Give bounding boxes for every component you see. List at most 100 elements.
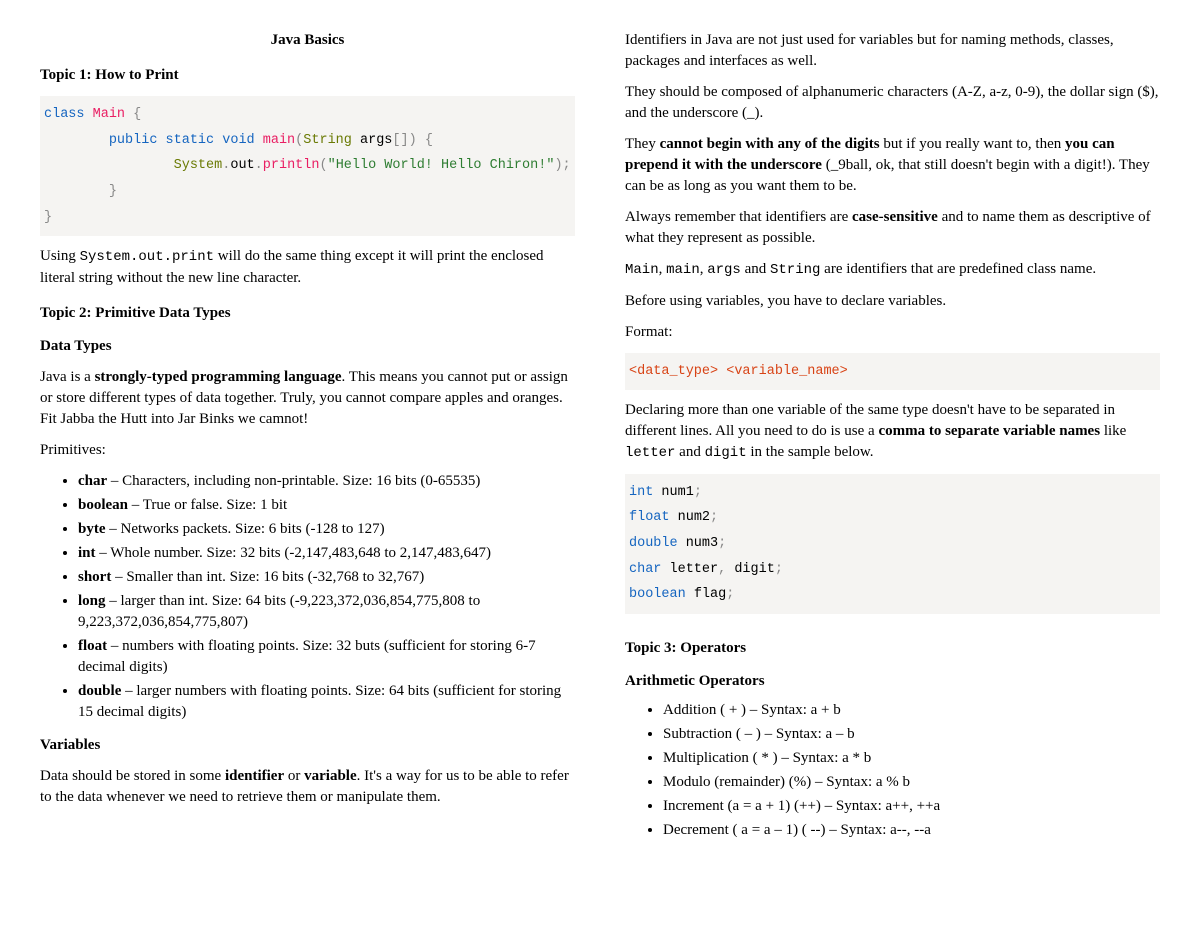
inline-code: letter <box>625 445 675 461</box>
var: num2 <box>670 510 711 525</box>
fn-println: println <box>263 158 320 173</box>
txt: and <box>741 261 770 277</box>
kw: char <box>629 562 661 577</box>
prim-desc: – Whole number. Size: 32 bits (-2,147,48… <box>96 545 492 561</box>
prim-desc: – larger than int. Size: 64 bits (-9,223… <box>78 593 480 630</box>
list-item: Modulo (remainder) (%) – Syntax: a % b <box>663 772 1160 793</box>
code-block-hello: class Main { public static void main(Str… <box>40 96 575 236</box>
txt: Data should be stored in some <box>40 768 225 784</box>
doc-title: Java Basics <box>40 30 575 51</box>
var: num1 <box>653 485 694 500</box>
brace: } <box>109 184 117 199</box>
sub-datatypes: Data Types <box>40 336 575 357</box>
prim-desc: – Characters, including non-printable. S… <box>107 473 480 489</box>
type-string: String <box>303 133 352 148</box>
list-item: short – Smaller than int. Size: 16 bits … <box>78 567 575 588</box>
prim-desc: – larger numbers with floating points. S… <box>78 683 561 720</box>
prim-name: float <box>78 638 107 654</box>
bold: comma to separate variable names <box>878 423 1100 439</box>
var: flag <box>686 587 727 602</box>
prim-desc: – numbers with floating points. Size: 32… <box>78 638 536 675</box>
prim-name: double <box>78 683 121 699</box>
semi: ; <box>694 485 702 500</box>
brace: } <box>44 210 52 225</box>
kw-class: class <box>44 107 85 122</box>
bold: identifier <box>225 768 284 784</box>
txt: and <box>675 444 704 460</box>
list-item: Multiplication ( * ) – Syntax: a * b <box>663 748 1160 769</box>
topic1-para: Using System.out.print will do the same … <box>40 246 575 289</box>
arg-args: args <box>352 133 393 148</box>
inline-code: digit <box>705 445 747 461</box>
semi: ; <box>710 510 718 525</box>
list-item: byte – Networks packets. Size: 6 bits (-… <box>78 519 575 540</box>
para-case: Always remember that identifiers are cas… <box>625 207 1160 249</box>
prim-name: byte <box>78 521 106 537</box>
list-item: Subtraction ( – ) – Syntax: a – b <box>663 724 1160 745</box>
prim-desc: – Networks packets. Size: 6 bits (-128 t… <box>106 521 385 537</box>
kw: float <box>629 510 670 525</box>
kw-static: static <box>157 133 214 148</box>
paren: ) <box>554 158 562 173</box>
kw: double <box>629 536 678 551</box>
para-identifier: Data should be stored in some identifier… <box>40 766 575 808</box>
list-item: double – larger numbers with floating po… <box>78 681 575 723</box>
prim-desc: – Smaller than int. Size: 16 bits (-32,7… <box>111 569 424 585</box>
list-item: char – Characters, including non-printab… <box>78 471 575 492</box>
cls-name: Main <box>85 107 126 122</box>
txt: but if you really want to, then <box>880 136 1065 152</box>
para-identifiers-uses: Identifiers in Java are not just used fo… <box>625 30 1160 72</box>
txt: They <box>625 136 660 152</box>
primitives-list: char – Characters, including non-printab… <box>40 471 575 723</box>
para-predefined: Main, main, args and String are identifi… <box>625 259 1160 281</box>
inline-code: Main <box>625 262 659 278</box>
prim-name: char <box>78 473 107 489</box>
list-item: int – Whole number. Size: 32 bits (-2,14… <box>78 543 575 564</box>
dot: . <box>255 158 263 173</box>
var: letter <box>661 562 718 577</box>
semi: ; <box>726 587 734 602</box>
para-charset: They should be composed of alphanumeric … <box>625 82 1160 124</box>
sub-arithmetic: Arithmetic Operators <box>625 671 1160 692</box>
prim-name: short <box>78 569 111 585</box>
semi: ; <box>775 562 783 577</box>
inline-code: System.out.print <box>80 249 214 265</box>
var: num3 <box>678 536 719 551</box>
list-item: Decrement ( a = a – 1) ( --) – Syntax: a… <box>663 820 1160 841</box>
placeholder: <variable_name> <box>726 364 848 379</box>
list-item: boolean – True or false. Size: 1 bit <box>78 495 575 516</box>
sub-variables: Variables <box>40 735 575 756</box>
var: digit <box>726 562 775 577</box>
cls-system: System <box>174 158 223 173</box>
prim-name: int <box>78 545 96 561</box>
list-item: float – numbers with floating points. Si… <box>78 636 575 678</box>
para-format-label: Format: <box>625 322 1160 343</box>
fn-main: main <box>255 133 296 148</box>
para-comma: Declaring more than one variable of the … <box>625 400 1160 464</box>
brace: { <box>125 107 141 122</box>
txt: Java is a <box>40 369 95 385</box>
prim-name: boolean <box>78 497 128 513</box>
list-item: Increment (a = a + 1) (++) – Syntax: a++… <box>663 796 1160 817</box>
paren: ( <box>319 158 327 173</box>
brace: { <box>417 133 433 148</box>
inline-code: main <box>666 262 700 278</box>
inline-code: String <box>770 262 820 278</box>
semi: ; <box>718 536 726 551</box>
txt: are identifiers that are predefined clas… <box>820 261 1096 277</box>
topic3-heading: Topic 3: Operators <box>625 638 1160 659</box>
txt: Using <box>40 248 80 264</box>
brackets: []) <box>392 133 416 148</box>
para-declare: Before using variables, you have to decl… <box>625 291 1160 312</box>
bold: case-sensitive <box>852 209 938 225</box>
kw: int <box>629 485 653 500</box>
semi: ; <box>563 158 571 173</box>
prim-desc: – True or false. Size: 1 bit <box>128 497 287 513</box>
txt: or <box>284 768 304 784</box>
placeholder: <data_type> <box>629 364 718 379</box>
txt: in the sample below. <box>747 444 874 460</box>
topic2-heading: Topic 2: Primitive Data Types <box>40 303 575 324</box>
para-primitives-label: Primitives: <box>40 440 575 461</box>
para-strongly-typed: Java is a strongly-typed programming lan… <box>40 367 575 430</box>
operators-list: Addition ( + ) – Syntax: a + b Subtracti… <box>625 700 1160 841</box>
